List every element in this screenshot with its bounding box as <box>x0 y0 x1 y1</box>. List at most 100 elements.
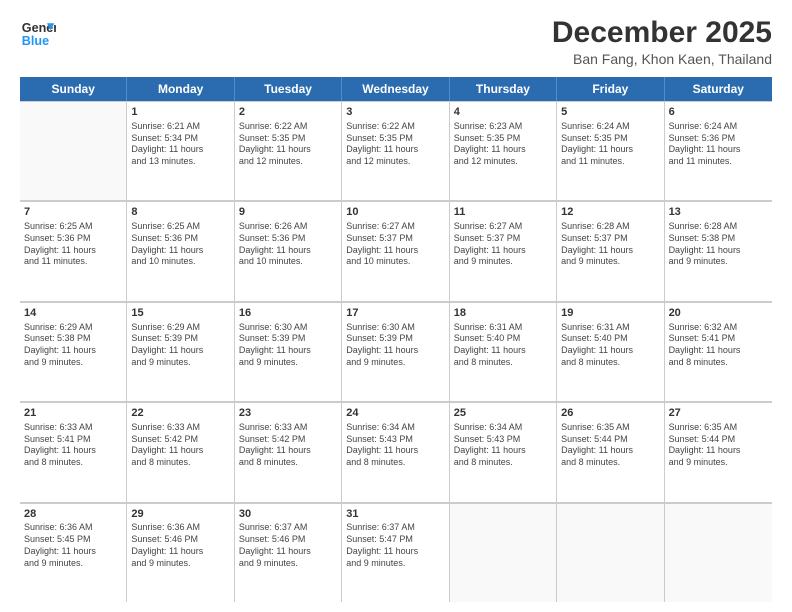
calendar-cell: 18Sunrise: 6:31 AM Sunset: 5:40 PM Dayli… <box>450 302 557 401</box>
title-block: December 2025 Ban Fang, Khon Kaen, Thail… <box>552 16 772 67</box>
cell-info: Sunrise: 6:31 AM Sunset: 5:40 PM Dayligh… <box>454 322 552 369</box>
calendar-cell <box>20 101 127 200</box>
cell-date-number: 5 <box>561 105 659 120</box>
cell-date-number: 25 <box>454 406 552 421</box>
calendar-cell: 17Sunrise: 6:30 AM Sunset: 5:39 PM Dayli… <box>342 302 449 401</box>
cell-info: Sunrise: 6:35 AM Sunset: 5:44 PM Dayligh… <box>669 422 768 469</box>
calendar-row: 1Sunrise: 6:21 AM Sunset: 5:34 PM Daylig… <box>20 101 772 201</box>
calendar-cell: 1Sunrise: 6:21 AM Sunset: 5:34 PM Daylig… <box>127 101 234 200</box>
cell-date-number: 27 <box>669 406 768 421</box>
cell-date-number: 2 <box>239 105 337 120</box>
main-title: December 2025 <box>552 16 772 49</box>
cell-info: Sunrise: 6:30 AM Sunset: 5:39 PM Dayligh… <box>239 322 337 369</box>
cell-info: Sunrise: 6:34 AM Sunset: 5:43 PM Dayligh… <box>454 422 552 469</box>
svg-text:Blue: Blue <box>22 34 49 48</box>
calendar-cell: 13Sunrise: 6:28 AM Sunset: 5:38 PM Dayli… <box>665 201 772 300</box>
calendar-cell: 9Sunrise: 6:26 AM Sunset: 5:36 PM Daylig… <box>235 201 342 300</box>
calendar-cell <box>665 503 772 602</box>
cell-date-number: 10 <box>346 205 444 220</box>
cell-info: Sunrise: 6:24 AM Sunset: 5:36 PM Dayligh… <box>669 121 768 168</box>
calendar-cell: 10Sunrise: 6:27 AM Sunset: 5:37 PM Dayli… <box>342 201 449 300</box>
cell-date-number: 17 <box>346 306 444 321</box>
calendar-cell: 27Sunrise: 6:35 AM Sunset: 5:44 PM Dayli… <box>665 402 772 501</box>
weekday-header: Sunday <box>20 77 127 101</box>
cell-info: Sunrise: 6:25 AM Sunset: 5:36 PM Dayligh… <box>24 221 122 268</box>
weekday-header: Saturday <box>665 77 772 101</box>
calendar-row: 14Sunrise: 6:29 AM Sunset: 5:38 PM Dayli… <box>20 302 772 402</box>
subtitle: Ban Fang, Khon Kaen, Thailand <box>552 51 772 67</box>
cell-info: Sunrise: 6:36 AM Sunset: 5:46 PM Dayligh… <box>131 522 229 569</box>
cell-date-number: 26 <box>561 406 659 421</box>
calendar-header: SundayMondayTuesdayWednesdayThursdayFrid… <box>20 77 772 101</box>
calendar-cell: 30Sunrise: 6:37 AM Sunset: 5:46 PM Dayli… <box>235 503 342 602</box>
cell-info: Sunrise: 6:21 AM Sunset: 5:34 PM Dayligh… <box>131 121 229 168</box>
cell-info: Sunrise: 6:37 AM Sunset: 5:47 PM Dayligh… <box>346 522 444 569</box>
cell-date-number: 30 <box>239 507 337 522</box>
calendar-cell: 29Sunrise: 6:36 AM Sunset: 5:46 PM Dayli… <box>127 503 234 602</box>
cell-info: Sunrise: 6:32 AM Sunset: 5:41 PM Dayligh… <box>669 322 768 369</box>
calendar-cell <box>557 503 664 602</box>
calendar-cell: 11Sunrise: 6:27 AM Sunset: 5:37 PM Dayli… <box>450 201 557 300</box>
calendar-cell: 2Sunrise: 6:22 AM Sunset: 5:35 PM Daylig… <box>235 101 342 200</box>
weekday-header: Wednesday <box>342 77 449 101</box>
calendar-cell: 19Sunrise: 6:31 AM Sunset: 5:40 PM Dayli… <box>557 302 664 401</box>
cell-date-number: 21 <box>24 406 122 421</box>
cell-date-number: 23 <box>239 406 337 421</box>
header: General Blue December 2025 Ban Fang, Kho… <box>20 16 772 67</box>
cell-info: Sunrise: 6:35 AM Sunset: 5:44 PM Dayligh… <box>561 422 659 469</box>
cell-date-number: 31 <box>346 507 444 522</box>
cell-date-number: 3 <box>346 105 444 120</box>
cell-date-number: 19 <box>561 306 659 321</box>
calendar-cell: 28Sunrise: 6:36 AM Sunset: 5:45 PM Dayli… <box>20 503 127 602</box>
cell-info: Sunrise: 6:25 AM Sunset: 5:36 PM Dayligh… <box>131 221 229 268</box>
cell-date-number: 7 <box>24 205 122 220</box>
logo: General Blue <box>20 16 56 52</box>
cell-info: Sunrise: 6:29 AM Sunset: 5:38 PM Dayligh… <box>24 322 122 369</box>
cell-info: Sunrise: 6:22 AM Sunset: 5:35 PM Dayligh… <box>239 121 337 168</box>
calendar-cell <box>450 503 557 602</box>
calendar-row: 7Sunrise: 6:25 AM Sunset: 5:36 PM Daylig… <box>20 201 772 301</box>
cell-info: Sunrise: 6:27 AM Sunset: 5:37 PM Dayligh… <box>454 221 552 268</box>
weekday-header: Friday <box>557 77 664 101</box>
calendar-cell: 21Sunrise: 6:33 AM Sunset: 5:41 PM Dayli… <box>20 402 127 501</box>
calendar-cell: 22Sunrise: 6:33 AM Sunset: 5:42 PM Dayli… <box>127 402 234 501</box>
calendar-cell: 24Sunrise: 6:34 AM Sunset: 5:43 PM Dayli… <box>342 402 449 501</box>
cell-date-number: 1 <box>131 105 229 120</box>
cell-date-number: 12 <box>561 205 659 220</box>
cell-date-number: 16 <box>239 306 337 321</box>
calendar-cell: 4Sunrise: 6:23 AM Sunset: 5:35 PM Daylig… <box>450 101 557 200</box>
cell-date-number: 15 <box>131 306 229 321</box>
cell-info: Sunrise: 6:33 AM Sunset: 5:41 PM Dayligh… <box>24 422 122 469</box>
cell-date-number: 22 <box>131 406 229 421</box>
calendar-cell: 3Sunrise: 6:22 AM Sunset: 5:35 PM Daylig… <box>342 101 449 200</box>
cell-date-number: 18 <box>454 306 552 321</box>
calendar-cell: 14Sunrise: 6:29 AM Sunset: 5:38 PM Dayli… <box>20 302 127 401</box>
weekday-header: Monday <box>127 77 234 101</box>
cell-date-number: 24 <box>346 406 444 421</box>
calendar-cell: 25Sunrise: 6:34 AM Sunset: 5:43 PM Dayli… <box>450 402 557 501</box>
calendar-row: 21Sunrise: 6:33 AM Sunset: 5:41 PM Dayli… <box>20 402 772 502</box>
cell-info: Sunrise: 6:28 AM Sunset: 5:38 PM Dayligh… <box>669 221 768 268</box>
weekday-header: Tuesday <box>235 77 342 101</box>
calendar-cell: 15Sunrise: 6:29 AM Sunset: 5:39 PM Dayli… <box>127 302 234 401</box>
calendar-cell: 16Sunrise: 6:30 AM Sunset: 5:39 PM Dayli… <box>235 302 342 401</box>
logo-icon: General Blue <box>20 16 56 52</box>
calendar: SundayMondayTuesdayWednesdayThursdayFrid… <box>20 77 772 602</box>
calendar-cell: 23Sunrise: 6:33 AM Sunset: 5:42 PM Dayli… <box>235 402 342 501</box>
cell-date-number: 14 <box>24 306 122 321</box>
cell-date-number: 20 <box>669 306 768 321</box>
cell-info: Sunrise: 6:37 AM Sunset: 5:46 PM Dayligh… <box>239 522 337 569</box>
cell-info: Sunrise: 6:22 AM Sunset: 5:35 PM Dayligh… <box>346 121 444 168</box>
calendar-cell: 12Sunrise: 6:28 AM Sunset: 5:37 PM Dayli… <box>557 201 664 300</box>
page: General Blue December 2025 Ban Fang, Kho… <box>0 0 792 612</box>
cell-info: Sunrise: 6:26 AM Sunset: 5:36 PM Dayligh… <box>239 221 337 268</box>
cell-date-number: 6 <box>669 105 768 120</box>
cell-date-number: 9 <box>239 205 337 220</box>
weekday-header: Thursday <box>450 77 557 101</box>
calendar-cell: 20Sunrise: 6:32 AM Sunset: 5:41 PM Dayli… <box>665 302 772 401</box>
cell-info: Sunrise: 6:29 AM Sunset: 5:39 PM Dayligh… <box>131 322 229 369</box>
cell-date-number: 8 <box>131 205 229 220</box>
cell-date-number: 28 <box>24 507 122 522</box>
calendar-cell: 8Sunrise: 6:25 AM Sunset: 5:36 PM Daylig… <box>127 201 234 300</box>
calendar-cell: 31Sunrise: 6:37 AM Sunset: 5:47 PM Dayli… <box>342 503 449 602</box>
